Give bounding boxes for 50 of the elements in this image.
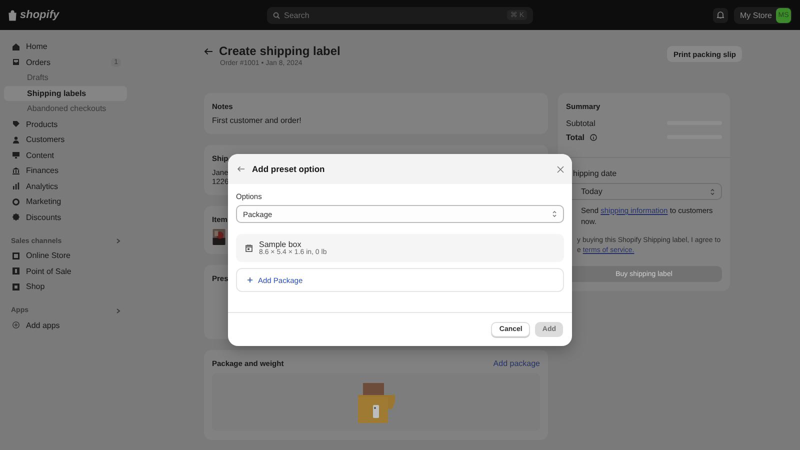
nav-item[interactable]: Point of Sale <box>4 264 127 279</box>
nav-item[interactable]: Analytics <box>4 178 127 194</box>
select-arrows-icon <box>710 188 715 196</box>
shopping-bag-icon <box>8 10 17 20</box>
nav-item[interactable]: Finances <box>4 163 127 178</box>
inbox-icon <box>12 58 20 66</box>
bank-icon <box>12 166 20 175</box>
add-package-link[interactable]: Add package <box>493 359 540 368</box>
bell-icon <box>716 11 724 19</box>
nav-item[interactable]: Products <box>4 116 127 132</box>
search-input[interactable]: Search <box>284 10 504 20</box>
summary-label: Total <box>566 132 585 142</box>
back-button[interactable] <box>237 166 245 172</box>
package-drawing <box>358 383 394 423</box>
nav-subitem[interactable]: Drafts <box>4 70 127 86</box>
field-label: hipping date <box>573 169 617 178</box>
home-icon <box>12 42 20 51</box>
nav-item[interactable]: Content <box>4 148 127 163</box>
logo-text: shopify <box>20 9 60 21</box>
bar-chart-icon <box>12 182 20 190</box>
person-icon <box>12 136 20 144</box>
target-icon <box>12 198 20 206</box>
close-button[interactable] <box>557 166 564 172</box>
summary-label: Subtotal <box>566 118 596 128</box>
close-icon <box>557 166 564 172</box>
dialog-title: Add preset option <box>252 164 325 174</box>
back-arrow-icon <box>204 48 213 54</box>
nav-item[interactable]: Shop <box>4 279 127 294</box>
discount-icon <box>12 213 20 222</box>
back-arrow-icon <box>237 166 245 172</box>
nav-subitem[interactable]: Shipping labels <box>4 86 127 101</box>
nav-item[interactable]: Home <box>4 39 127 54</box>
page-title: Create shipping label <box>219 44 340 58</box>
notifications-button[interactable] <box>712 8 728 22</box>
chevron-icon <box>116 308 121 314</box>
nav-subitem[interactable]: Abandoned checkouts <box>4 101 127 116</box>
nav-item[interactable]: Discounts <box>4 210 127 225</box>
chevron-icon <box>116 238 121 244</box>
monitor-icon <box>12 151 20 160</box>
select-arrows-icon <box>552 210 557 218</box>
nav-item[interactable]: Online Store <box>4 248 127 264</box>
note-text: First customer and order! <box>212 116 302 125</box>
search-icon <box>273 12 280 18</box>
back-button[interactable] <box>204 48 213 54</box>
nav-item[interactable]: Customers <box>4 132 127 148</box>
preset-name: Sample box <box>259 240 302 249</box>
nav-item[interactable]: Add apps <box>4 318 127 333</box>
nav-item[interactable]: Marketing <box>4 194 127 210</box>
tag-icon <box>12 120 20 128</box>
plus-icon <box>247 277 253 283</box>
